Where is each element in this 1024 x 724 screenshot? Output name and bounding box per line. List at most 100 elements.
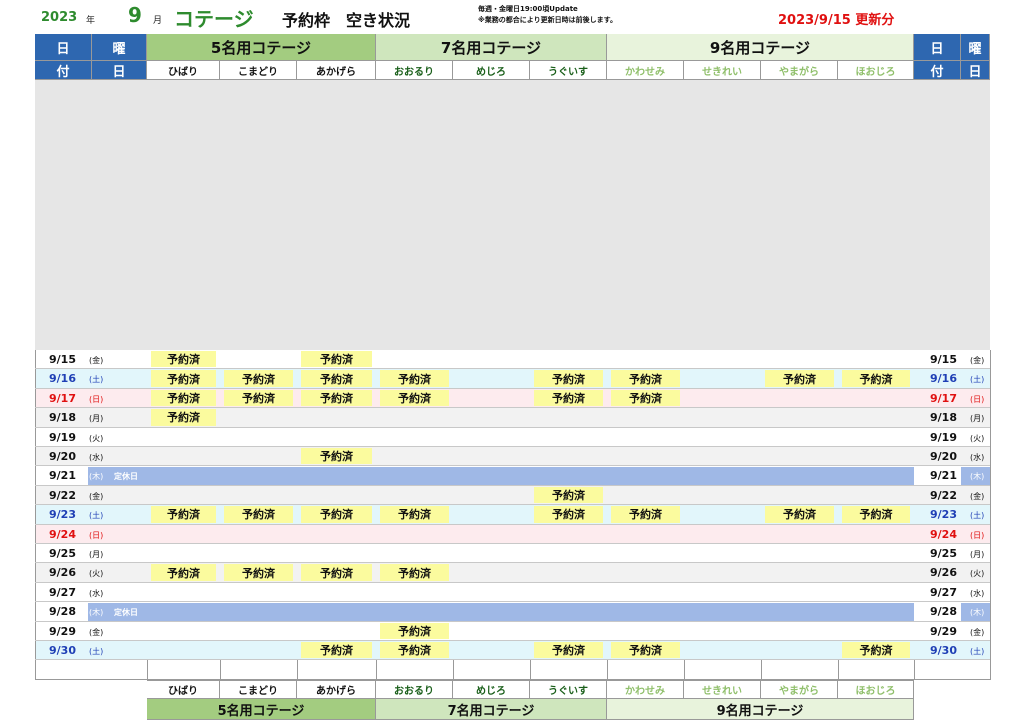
row-date: 9/30 [49,644,76,657]
row-weekday-right: (日) [970,394,985,404]
cabin-name-header: めじろ [453,61,530,80]
booked-slot: 予約済 [224,506,293,523]
row-weekday-right: (金) [970,491,985,501]
row-date: 9/20 [49,450,76,463]
closed-day-label: 定休日 [114,472,138,482]
schedule-row [36,485,990,506]
cottage-group-header: 9名用コテージ [607,34,914,61]
cabin-name-header: あかげら [297,61,376,80]
cabin-name-header: おおるり [376,61,453,80]
cottage-group-footer: 9名用コテージ [607,699,914,720]
booked-slot: 予約済 [301,642,372,659]
row-weekday-right: (月) [970,550,985,559]
row-date: 9/17 [49,391,76,405]
row-weekday: (月) [89,550,104,559]
row-weekday: (木) [89,608,104,618]
row-weekday: (金) [89,627,104,637]
booked-slot: 予約済 [224,389,293,407]
row-weekday: (土) [89,511,104,521]
cabin-name-header: やまがら [761,61,838,80]
row-date-right: 9/17 [930,391,957,405]
row-date-right: 9/27 [930,585,957,599]
row-weekday-right: (土) [970,647,985,656]
row-date: 9/27 [49,585,76,599]
header-weekday-label-2-right: 日 [961,61,990,80]
row-weekday-right: (火) [970,433,985,443]
row-weekday: (水) [89,588,104,598]
booked-slot: 予約済 [765,370,834,387]
booked-slot: 予約済 [151,370,216,387]
cottage-title: コテージ [174,7,254,31]
row-date-right: 9/30 [930,644,957,657]
row-weekday: (水) [89,453,104,462]
row-date-right: 9/25 [930,547,957,560]
cottage-group-footer: 7名用コテージ [376,699,607,720]
row-date-right: 9/26 [930,566,957,580]
closed-day-bar [88,467,914,485]
row-date-right: 9/20 [930,450,957,463]
cabin-name-footer: あかげら [297,680,376,699]
header-weekday-label-2: 日 [92,61,147,80]
row-date-right: 9/16 [930,372,957,386]
row-weekday: (月) [89,414,104,424]
row-date-right: 9/15 [930,353,957,366]
cabin-name-footer: こまどり [220,680,297,699]
booked-slot: 予約済 [534,642,603,659]
cabin-name-header: こまどり [220,61,297,80]
photo-placeholder [35,80,990,350]
booked-slot: 予約済 [301,389,372,407]
row-weekday-right: (日) [970,530,985,540]
update-schedule-note: 毎週・金曜日19:00頃Update [478,5,578,13]
booked-slot: 予約済 [380,389,449,407]
booked-slot: 予約済 [611,506,680,523]
booked-slot: 予約済 [842,506,910,523]
booked-slot: 予約済 [151,506,216,523]
booked-slot: 予約済 [380,642,449,659]
booked-slot: 予約済 [224,370,293,387]
cabin-name-footer: ほおじろ [838,680,914,699]
booked-slot: 予約済 [380,370,449,387]
year: 2023 [41,10,78,25]
row-weekday-right: (土) [970,511,985,521]
booked-slot: 予約済 [534,389,603,407]
month-unit: 月 [153,16,163,26]
row-weekday-right: (水) [970,453,985,462]
booked-slot: 予約済 [534,506,603,523]
row-date-right: 9/21 [930,469,957,483]
row-date: 9/19 [49,430,76,444]
header-day-label: 日 [35,34,92,61]
schedule-row [36,524,990,544]
row-weekday-right: (水) [970,588,985,598]
row-date: 9/25 [49,547,76,560]
row-divider [35,659,990,661]
cabin-name-header: ほおじろ [838,61,914,80]
booked-slot: 予約済 [611,642,680,659]
closed-day-bar [88,603,914,621]
booked-slot: 予約済 [301,448,372,465]
cottage-group-header: 7名用コテージ [376,34,607,61]
row-weekday: (土) [89,647,104,656]
booked-slot: 予約済 [151,389,216,407]
schedule-row [36,621,990,641]
booked-slot: 予約済 [380,564,449,581]
cabin-name-header: ひばり [147,61,220,80]
row-date-right: 9/18 [930,411,957,425]
header-day-label-right: 日 [914,34,961,61]
row-date: 9/22 [49,488,76,502]
row-weekday: (火) [89,433,104,443]
row-weekday: (金) [89,356,104,365]
cabin-name-header: かわせみ [607,61,684,80]
header-date-label-right: 付 [914,61,961,80]
month: 9 [128,3,142,27]
cottage-group-footer: 5名用コテージ [147,699,376,720]
row-weekday-right: (火) [970,569,985,579]
booked-slot: 予約済 [765,506,834,523]
row-weekday: (日) [89,394,104,404]
cabin-name-header: うぐいす [530,61,607,80]
booked-slot: 予約済 [534,370,603,387]
booked-slot: 予約済 [301,506,372,523]
row-date: 9/16 [49,372,76,386]
update-disclaimer-note: ※業務の都合により更新日時は前後します。 [478,16,617,24]
grid-bottom-line [35,679,990,680]
header-date-label: 付 [35,61,92,80]
